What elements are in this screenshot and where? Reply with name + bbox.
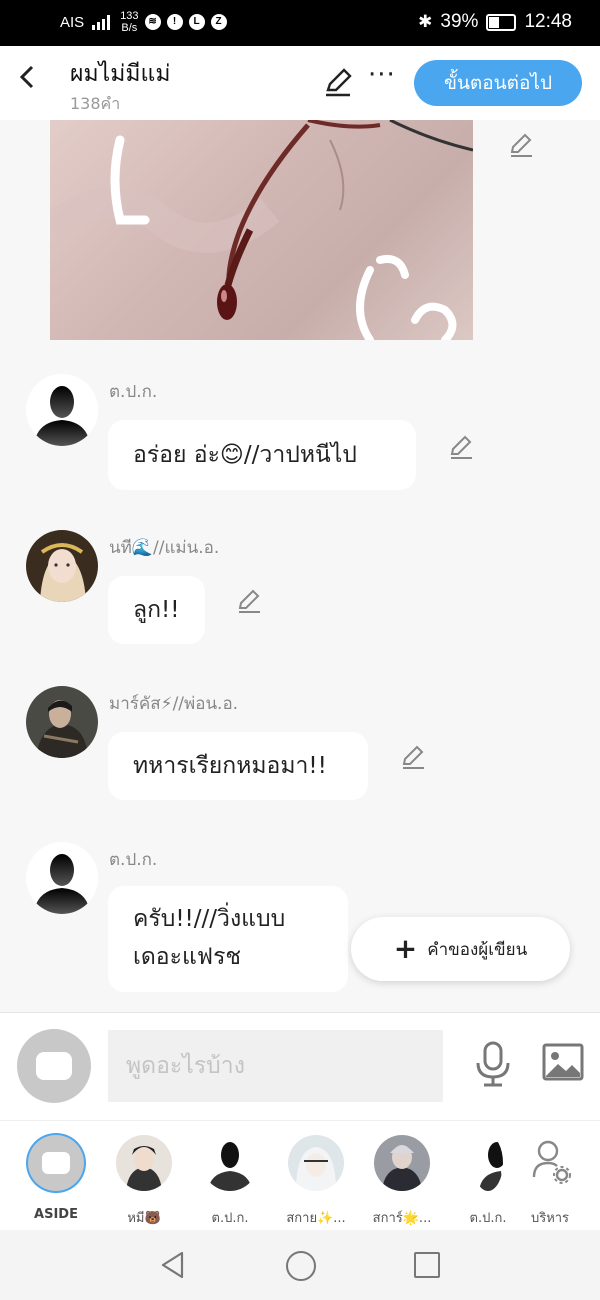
story-header: ผมไม่มีแม่ 138คำ ··· ขั้นตอนต่อไป (0, 46, 600, 120)
avatar (473, 1135, 503, 1191)
author-note-button[interactable]: + คำของผู้เขียน (351, 917, 570, 981)
avatar[interactable] (26, 530, 98, 602)
character-item[interactable]: สการ์🌟... (362, 1135, 442, 1228)
input-bar (0, 1012, 600, 1121)
story-image (50, 120, 473, 340)
avatar[interactable] (26, 374, 98, 446)
status-bar: AIS 133 B/s ≋ ! L Z ✱ 39% 12:48 (0, 0, 600, 46)
avatar (288, 1135, 344, 1191)
story-image-art (50, 120, 473, 340)
carrier-label: AIS (60, 13, 85, 31)
system-nav-bar (0, 1230, 600, 1300)
bluetooth-icon: ✱ (418, 12, 433, 31)
clock: 12:48 (524, 11, 572, 32)
character-item[interactable]: สกาย✨... (276, 1135, 356, 1228)
message-bubble[interactable]: อร่อย อ่ะ😊//วาปหนีไป (108, 420, 416, 490)
app-icon: Z (210, 14, 227, 30)
battery-percent: 39% (440, 11, 479, 32)
warning-icon: ! (166, 14, 183, 30)
character-item[interactable]: ต.ป.ก. (190, 1135, 270, 1228)
more-icon[interactable]: ··· (368, 60, 396, 90)
image-icon[interactable] (542, 1043, 584, 1081)
next-step-button[interactable]: ขั้นตอนต่อไป (414, 60, 582, 106)
sender-name: นที🌊//แม่น.อ. (109, 538, 220, 558)
avatar (116, 1135, 172, 1191)
chat-content: ต.ป.ก. อร่อย อ่ะ😊//วาปหนีไป นที🌊//แม่น.อ… (0, 120, 600, 1012)
avatar (202, 1135, 258, 1191)
aside-mode-button[interactable] (17, 1029, 91, 1103)
message-bubble[interactable]: ทหารเรียกหมอมา!! (108, 732, 368, 800)
sender-name: มาร์คัส⚡//พ่อน.อ. (109, 694, 239, 714)
nav-recent-icon[interactable] (414, 1252, 440, 1278)
message-bubble[interactable]: ครับ!!///วิ่งแบบเดอะแฟรช (108, 886, 348, 992)
net-speed: 133 B/s (120, 10, 139, 34)
nav-home-icon[interactable] (286, 1251, 316, 1281)
sender-name: ต.ป.ก. (109, 850, 158, 870)
pen-icon[interactable] (322, 66, 354, 98)
line-icon: L (188, 14, 205, 30)
microphone-icon[interactable] (474, 1041, 512, 1087)
character-item[interactable]: หมี🐻 (104, 1135, 184, 1228)
edit-icon[interactable] (400, 744, 426, 770)
sender-name: ต.ป.ก. (109, 382, 158, 402)
battery-icon (486, 13, 517, 31)
nav-back-icon[interactable] (158, 1250, 188, 1280)
manage-button[interactable]: บริหาร (510, 1135, 590, 1228)
plus-icon: + (393, 932, 418, 965)
edit-icon[interactable] (236, 588, 262, 614)
character-bar: ASIDE หมี🐻 ต.ป.ก. สกาย✨... สการ์🌟... ต.ป… (0, 1120, 600, 1231)
story-title: ผมไม่มีแม่ (70, 61, 171, 87)
aside-icon (28, 1135, 84, 1191)
back-icon[interactable] (12, 60, 42, 94)
edit-icon[interactable] (448, 434, 474, 460)
author-note-label: คำของผู้เขียน (427, 939, 528, 960)
message-input[interactable] (108, 1030, 443, 1102)
spotify-icon: ≋ (144, 14, 161, 30)
avatar[interactable] (26, 686, 98, 758)
edit-icon[interactable] (508, 132, 534, 158)
word-count: 138คำ (70, 94, 121, 113)
avatar (374, 1135, 430, 1191)
message-bubble[interactable]: ลูก!! (108, 576, 205, 644)
signal-icon (92, 15, 111, 30)
avatar[interactable] (26, 842, 98, 914)
manage-icon (522, 1135, 578, 1191)
character-aside[interactable]: ASIDE (16, 1135, 96, 1222)
